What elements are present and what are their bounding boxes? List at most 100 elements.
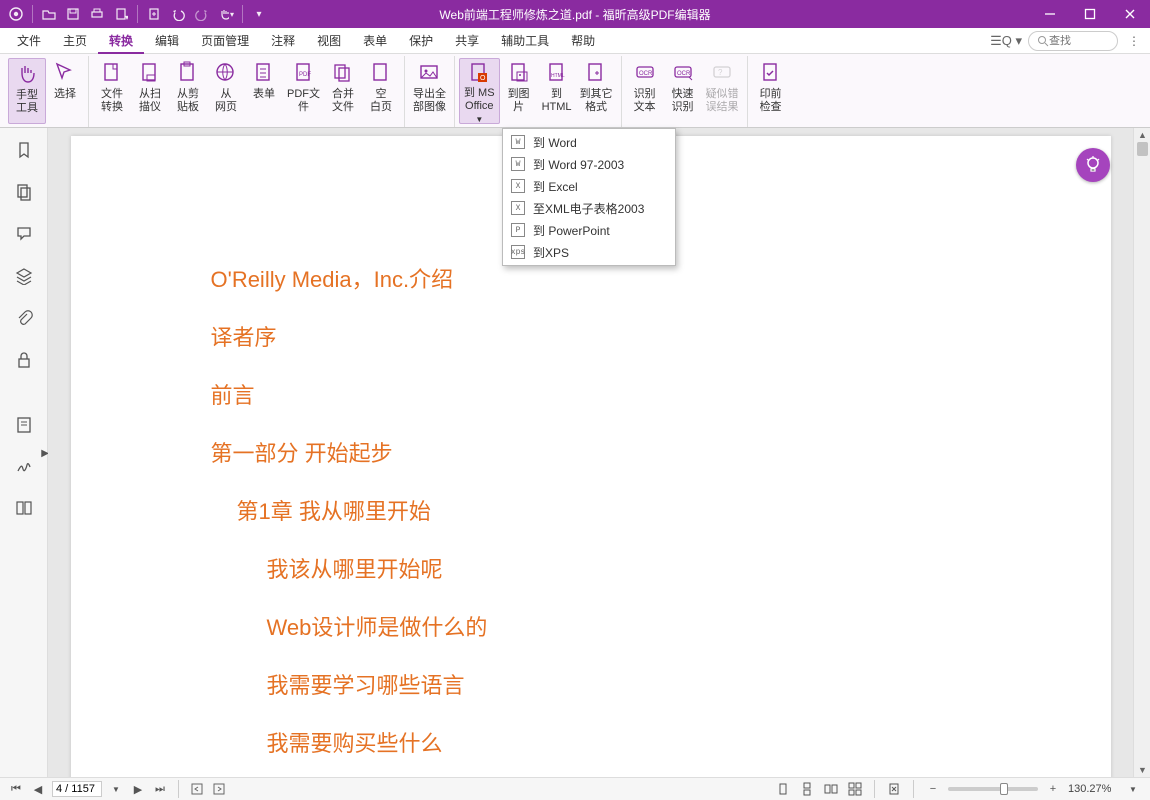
tab-home[interactable]: 主页 bbox=[52, 28, 98, 54]
tab-help[interactable]: 帮助 bbox=[560, 28, 606, 54]
search-input[interactable] bbox=[1049, 35, 1109, 47]
to-word97-item[interactable]: W到 Word 97-2003 bbox=[503, 153, 675, 175]
qat-customize-icon[interactable]: ▾ bbox=[251, 6, 267, 22]
hand-qat-icon[interactable]: ▾ bbox=[218, 6, 234, 22]
titlebar: ▾ ▾ ▾ Web前端工程师修炼之道.pdf - 福昕高级PDF编辑器 bbox=[0, 0, 1150, 28]
forward-view-button[interactable] bbox=[211, 781, 227, 797]
single-page-view-button[interactable] bbox=[774, 781, 792, 797]
signature-panel-icon[interactable] bbox=[12, 454, 36, 478]
zoom-dropdown-button[interactable]: ▼ bbox=[1124, 781, 1142, 797]
excel-icon: X bbox=[511, 179, 525, 193]
zoom-slider-knob[interactable] bbox=[1000, 783, 1008, 795]
app-logo-icon bbox=[8, 6, 24, 22]
to-powerpoint-item[interactable]: P到 PowerPoint bbox=[503, 219, 675, 241]
tab-share[interactable]: 共享 bbox=[444, 28, 490, 54]
prev-page-button[interactable]: ◀ bbox=[30, 781, 46, 797]
toc-line: 我该从哪里开始呢 bbox=[267, 556, 991, 584]
print-icon[interactable] bbox=[89, 6, 105, 22]
word-icon: W bbox=[511, 157, 525, 171]
svg-text:O: O bbox=[480, 75, 486, 82]
svg-text:HTML: HTML bbox=[551, 73, 565, 79]
continuous-view-button[interactable] bbox=[798, 781, 816, 797]
tab-page-manage[interactable]: 页面管理 bbox=[190, 28, 260, 54]
to-excel-item[interactable]: X到 Excel bbox=[503, 175, 675, 197]
continuous-facing-view-button[interactable] bbox=[846, 781, 864, 797]
redo-icon[interactable] bbox=[194, 6, 210, 22]
export-all-images-button[interactable]: 导出全 部图像 bbox=[409, 58, 450, 124]
pages-panel-icon[interactable] bbox=[12, 180, 36, 204]
to-html-button[interactable]: HTML到 HTML bbox=[538, 58, 576, 124]
file-convert-button[interactable]: 文件 转换 bbox=[93, 58, 131, 124]
layers-panel-icon[interactable] bbox=[12, 264, 36, 288]
fields-panel-icon[interactable] bbox=[12, 412, 36, 436]
prepress-check-button[interactable]: 印前 检查 bbox=[752, 58, 790, 124]
menubar: 文件 主页 转换 编辑 页面管理 注释 视图 表单 保护 共享 辅助工具 帮助 … bbox=[0, 28, 1150, 54]
word-icon: W bbox=[511, 135, 525, 149]
zoom-slider[interactable] bbox=[948, 787, 1038, 791]
to-image-button[interactable]: 到图 片 bbox=[500, 58, 538, 124]
search-box[interactable] bbox=[1028, 31, 1118, 51]
security-panel-icon[interactable] bbox=[12, 348, 36, 372]
vertical-scrollbar[interactable]: ▲ ▼ bbox=[1133, 128, 1150, 777]
new-doc-icon[interactable]: ▾ bbox=[113, 6, 129, 22]
help-bulb-button[interactable] bbox=[1076, 148, 1110, 182]
more-icon[interactable]: ⋮ bbox=[1124, 34, 1144, 48]
toc-line: 第一部分 开始起步 bbox=[211, 440, 991, 468]
blank-page-button[interactable]: 空 白页 bbox=[362, 58, 400, 124]
save-icon[interactable] bbox=[65, 6, 81, 22]
tab-protect[interactable]: 保护 bbox=[398, 28, 444, 54]
ocr-text-button[interactable]: OCR识别 文本 bbox=[626, 58, 664, 124]
new-page-icon[interactable] bbox=[146, 6, 162, 22]
comments-panel-icon[interactable] bbox=[12, 222, 36, 246]
undo-icon[interactable] bbox=[170, 6, 186, 22]
zoom-in-button[interactable]: + bbox=[1044, 781, 1062, 797]
options-icon[interactable]: ☰Q ▾ bbox=[990, 33, 1022, 49]
last-page-button[interactable]: ⏭ bbox=[152, 781, 168, 797]
zoom-level: 130.27% bbox=[1068, 783, 1118, 795]
quick-ocr-button[interactable]: OCR快速 识别 bbox=[664, 58, 702, 124]
next-page-button[interactable]: ▶ bbox=[130, 781, 146, 797]
scroll-thumb[interactable] bbox=[1137, 142, 1148, 156]
tab-view[interactable]: 视图 bbox=[306, 28, 352, 54]
from-clipboard-button[interactable]: 从剪 贴板 bbox=[169, 58, 207, 124]
scroll-up-icon[interactable]: ▲ bbox=[1134, 128, 1150, 142]
bookmark-panel-icon[interactable] bbox=[12, 138, 36, 162]
page-number-input[interactable] bbox=[52, 781, 102, 797]
facing-view-button[interactable] bbox=[822, 781, 840, 797]
tab-form[interactable]: 表单 bbox=[352, 28, 398, 54]
tab-comment[interactable]: 注释 bbox=[260, 28, 306, 54]
from-web-button[interactable]: 从 网页 bbox=[207, 58, 245, 124]
scroll-down-icon[interactable]: ▼ bbox=[1134, 763, 1150, 777]
to-xps-item[interactable]: xps到XPS bbox=[503, 241, 675, 263]
fit-page-button[interactable] bbox=[885, 781, 903, 797]
attachments-panel-icon[interactable] bbox=[12, 306, 36, 330]
to-word-item[interactable]: W到 Word bbox=[503, 131, 675, 153]
minimize-button[interactable] bbox=[1030, 0, 1070, 28]
tab-edit[interactable]: 编辑 bbox=[144, 28, 190, 54]
first-page-button[interactable]: ⏮ bbox=[8, 781, 24, 797]
zoom-out-button[interactable]: − bbox=[924, 781, 942, 797]
toc-line: 前言 bbox=[211, 382, 991, 410]
window-buttons bbox=[1030, 0, 1150, 28]
close-button[interactable] bbox=[1110, 0, 1150, 28]
compare-panel-icon[interactable] bbox=[12, 496, 36, 520]
pdf-file-button[interactable]: PDFPDF文 件 bbox=[283, 58, 324, 124]
open-icon[interactable] bbox=[41, 6, 57, 22]
merge-files-button[interactable]: 合并 文件 bbox=[324, 58, 362, 124]
to-xml2003-item[interactable]: X至XML电子表格2003 bbox=[503, 197, 675, 219]
to-ms-office-button[interactable]: O到 MS Office▼ bbox=[459, 58, 500, 124]
search-icon bbox=[1037, 35, 1049, 47]
from-scanner-button[interactable]: 从扫 描仪 bbox=[131, 58, 169, 124]
tab-file[interactable]: 文件 bbox=[6, 28, 52, 54]
to-other-format-button[interactable]: 到其它 格式 bbox=[576, 58, 617, 124]
page-navigation: ⏮ ◀ ▼ ▶ ⏭ bbox=[8, 780, 227, 798]
select-tool-button[interactable]: 选择 bbox=[46, 58, 84, 124]
back-view-button[interactable] bbox=[189, 781, 205, 797]
toc-line: O'Reilly Media，Inc.介绍 bbox=[211, 266, 991, 294]
tab-aux-tools[interactable]: 辅助工具 bbox=[490, 28, 560, 54]
hand-tool-button[interactable]: 手型 工具 bbox=[8, 58, 46, 124]
tab-convert[interactable]: 转换 bbox=[98, 28, 144, 54]
dropdown-page-button[interactable]: ▼ bbox=[108, 781, 124, 797]
form-button[interactable]: 表单 bbox=[245, 58, 283, 124]
maximize-button[interactable] bbox=[1070, 0, 1110, 28]
